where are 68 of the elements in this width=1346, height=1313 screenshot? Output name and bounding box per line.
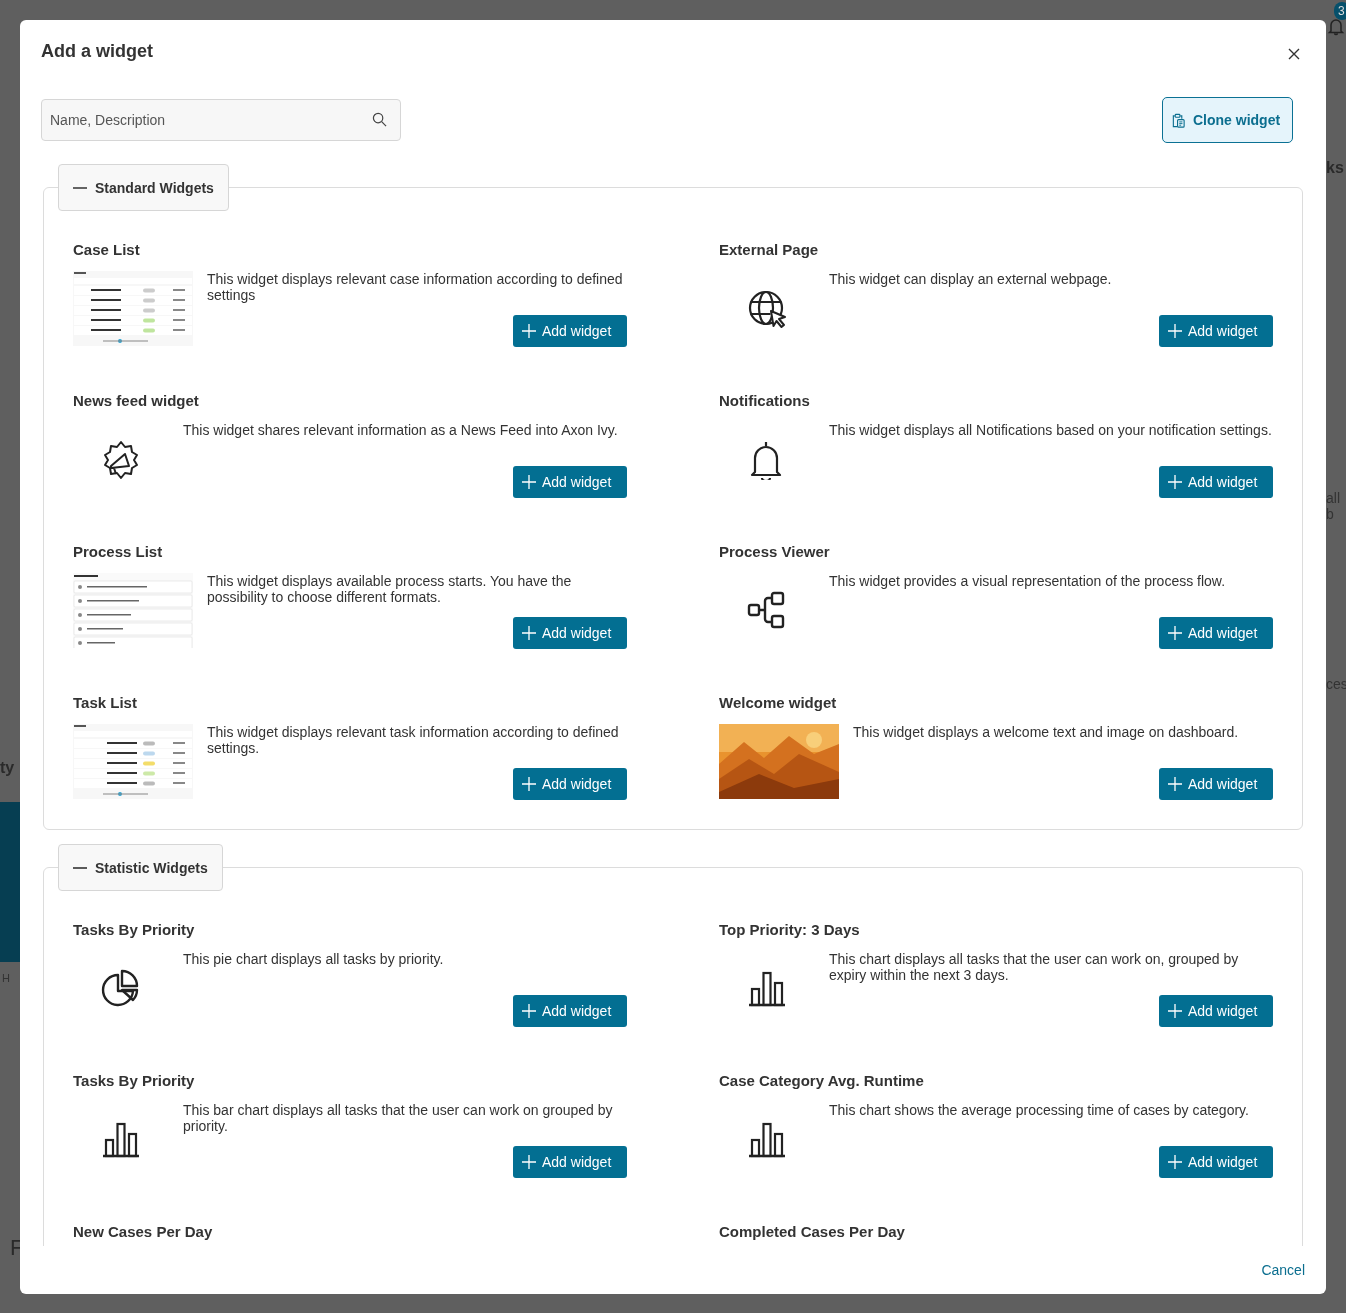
add-widget-button[interactable]: Add widget <box>1159 995 1273 1027</box>
plus-icon <box>1168 475 1182 489</box>
widget-title: Case Category Avg. Runtime <box>719 1071 925 1091</box>
flow-icon <box>747 590 787 631</box>
widget-description: This pie chart displays all tasks by priority. <box>183 951 445 967</box>
widget-title: Completed Cases Per Day <box>719 1222 906 1242</box>
search-field[interactable]: Name, Description <box>41 99 401 141</box>
add-widget-button[interactable]: Add widget <box>513 768 627 800</box>
add-widget-button[interactable]: Add widget <box>513 466 627 498</box>
widget-title: Tasks By Priority <box>73 920 196 940</box>
plus-icon <box>522 1155 536 1169</box>
widget-title: News feed widget <box>73 391 200 411</box>
widget-title: Top Priority: 3 Days <box>719 920 861 940</box>
widget-title: New Cases Per Day <box>73 1222 214 1242</box>
widget-description: This widget can display an external webpage. <box>829 271 1113 287</box>
plus-icon <box>522 475 536 489</box>
globe-cursor-icon <box>747 288 787 329</box>
add-widget-button[interactable]: Add widget <box>513 1146 627 1178</box>
search-icon <box>372 112 387 127</box>
add-widget-button[interactable]: Add widget <box>1159 617 1273 649</box>
widget-title: Case List <box>73 240 141 260</box>
widget-title: Process Viewer <box>719 542 831 562</box>
widget-description: This widget displays a welcome text and image on dashboard. <box>853 724 1240 740</box>
widget-title: Tasks By Priority <box>73 1071 196 1091</box>
plus-icon <box>1168 1004 1182 1018</box>
widget-description: This widget displays available process starts. You have the possibility to choose different formats. <box>207 573 573 605</box>
plus-icon <box>522 777 536 791</box>
plus-icon <box>1168 1155 1182 1169</box>
widget-description: This chart displays all tasks that the user can work on, grouped by expiry within the next 3 days. <box>829 951 1240 983</box>
add-widget-button[interactable]: Add widget <box>1159 1146 1273 1178</box>
pie-chart-icon <box>101 968 141 1009</box>
add-widget-button[interactable]: Add widget <box>1159 315 1273 347</box>
megaphone-icon <box>101 439 141 480</box>
plus-icon <box>1168 324 1182 338</box>
section-toggle[interactable]: Standard Widgets <box>58 164 229 211</box>
bell-icon <box>1326 16 1346 36</box>
clipboard-icon <box>1171 112 1186 128</box>
widget-title: Welcome widget <box>719 693 838 713</box>
add-widget-button[interactable]: Add widget <box>513 315 627 347</box>
widget-description: This widget provides a visual representation of the process flow. <box>829 573 1227 589</box>
widget-title: Process List <box>73 542 164 562</box>
close-button[interactable] <box>1288 48 1302 62</box>
widget-description: This widget displays all Notifications based on your notification settings. <box>829 422 1273 438</box>
widget-description: This widget displays relevant task information according to defined settings. <box>207 724 620 756</box>
plus-icon <box>522 324 536 338</box>
plus-icon <box>522 1004 536 1018</box>
widget-description: This widget shares relevant information as a News Feed into Axon Ivy. <box>183 422 619 438</box>
add-widget-button[interactable]: Add widget <box>1159 466 1273 498</box>
widget-title: External Page <box>719 240 820 260</box>
minus-icon <box>73 186 87 189</box>
cancel-link[interactable]: Cancel <box>1261 1262 1305 1278</box>
minus-icon <box>73 866 87 869</box>
widget-description: This widget displays relevant case information according to defined settings <box>207 271 624 303</box>
notification-badge: 3 <box>1334 2 1346 20</box>
widget-description: This bar chart displays all tasks that the user can work on grouped by priority. <box>183 1102 614 1134</box>
plus-icon <box>1168 777 1182 791</box>
dialog-title: Add a widget <box>41 40 153 62</box>
plus-icon <box>522 626 536 640</box>
add-widget-button[interactable]: Add widget <box>513 617 627 649</box>
widget-title: Notifications <box>719 391 811 411</box>
plus-icon <box>1168 626 1182 640</box>
section-toggle[interactable]: Statistic Widgets <box>58 844 223 891</box>
close-icon <box>1288 48 1300 60</box>
add-widget-button[interactable]: Add widget <box>513 995 627 1027</box>
widget-description: This chart shows the average processing time of cases by category. <box>829 1102 1250 1118</box>
clone-widget-button[interactable]: Clone widget <box>1162 97 1293 143</box>
add-widget-button[interactable]: Add widget <box>1159 768 1273 800</box>
widget-title: Task List <box>73 693 138 713</box>
